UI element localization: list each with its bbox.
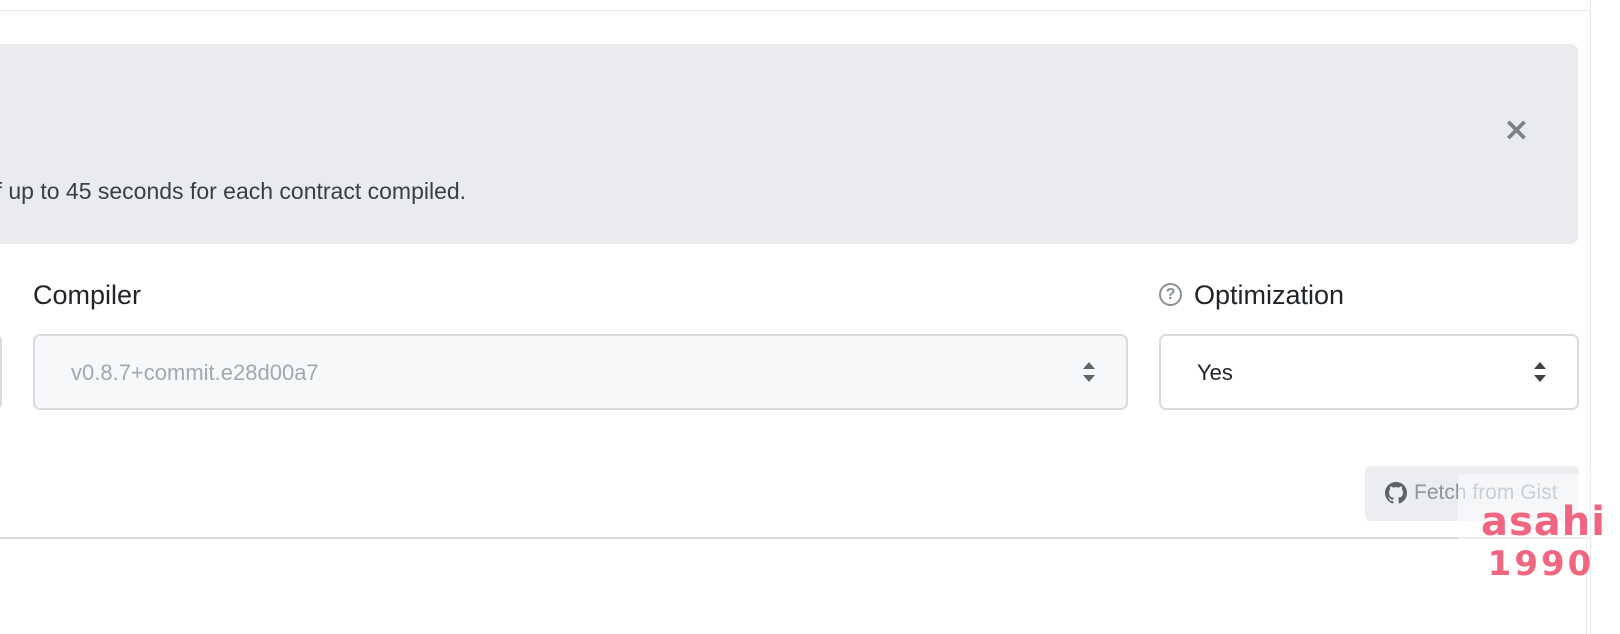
- sort-arrows-icon: [1534, 362, 1546, 382]
- section-divider: [0, 537, 1590, 539]
- optimization-select[interactable]: Yes: [1159, 334, 1579, 410]
- compiler-select-value: v0.8.7+commit.e28d00a7: [71, 360, 319, 385]
- watermark-line-1: asahi: [1481, 499, 1606, 545]
- compiler-label: Compiler: [33, 280, 142, 310]
- sort-arrows-icon: [1083, 362, 1095, 382]
- github-icon: [1385, 482, 1407, 504]
- top-divider: [0, 10, 1590, 11]
- watermark: asahi 1990: [1481, 499, 1606, 585]
- optimization-select-value: Yes: [1197, 360, 1233, 385]
- close-icon[interactable]: ×: [1503, 113, 1530, 145]
- compiler-select[interactable]: v0.8.7+commit.e28d00a7: [33, 334, 1128, 410]
- help-icon[interactable]: ?: [1159, 283, 1182, 306]
- previous-select-edge[interactable]: [0, 334, 2, 410]
- optimization-label: Optimization: [1194, 280, 1345, 310]
- info-alert: t of up to 45 seconds for each contract …: [0, 44, 1578, 244]
- watermark-line-2: 1990: [1487, 544, 1595, 584]
- alert-message: t of up to 45 seconds for each contract …: [0, 178, 467, 204]
